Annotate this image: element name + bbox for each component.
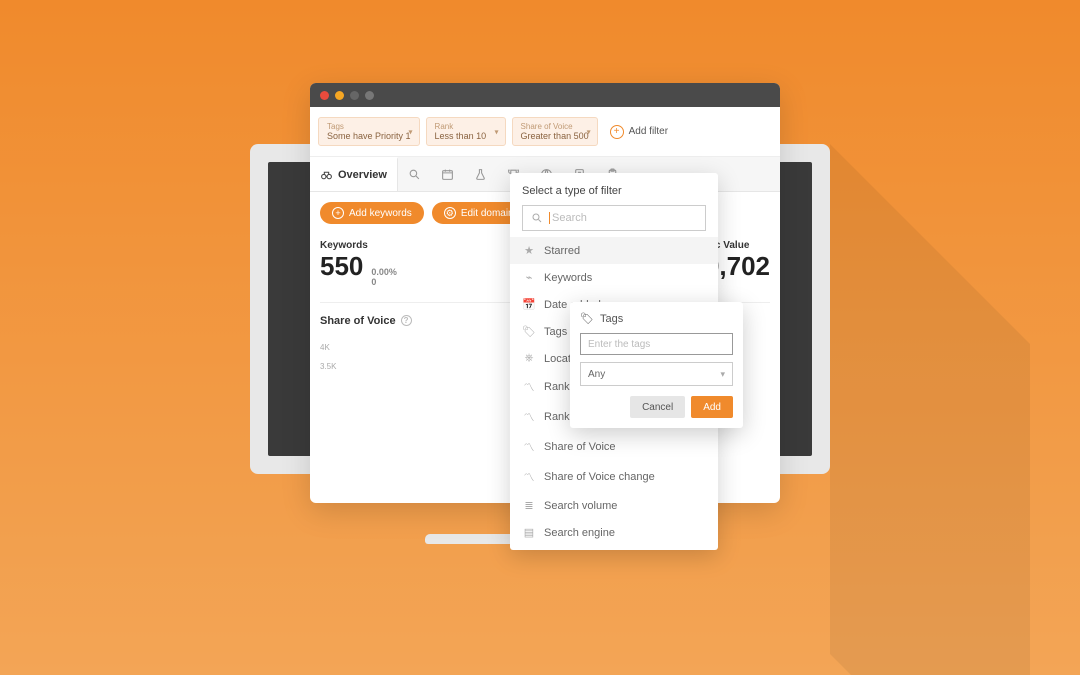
engine-icon: ▤	[522, 526, 536, 539]
filter-item-sov[interactable]: 〽 Share of Voice	[510, 432, 718, 462]
maximize-icon[interactable]	[350, 91, 359, 100]
tab-search[interactable]	[398, 157, 431, 191]
filter-label: Rank	[435, 122, 497, 131]
item-label: Starred	[544, 245, 580, 257]
button-label: Edit domain	[461, 208, 514, 219]
add-filter-button[interactable]: + Add filter	[610, 125, 668, 139]
tab-calendar[interactable]	[431, 157, 464, 191]
chart-icon: 〽	[522, 409, 536, 425]
filter-bar: Tags Some have Priority 1 ▾ Rank Less th…	[310, 107, 780, 157]
chart-icon: 〽	[522, 469, 536, 485]
tab-overview[interactable]: Overview	[310, 157, 398, 191]
item-label: Search volume	[544, 500, 617, 512]
tab-label: Overview	[338, 169, 387, 181]
tags-match-select[interactable]: Any ▾	[580, 362, 733, 386]
filter-value: Less than 10	[435, 131, 497, 141]
search-icon	[408, 168, 421, 181]
add-button[interactable]: Add	[691, 396, 733, 418]
close-icon[interactable]	[320, 91, 329, 100]
add-keywords-button[interactable]: + Add keywords	[320, 202, 424, 224]
add-filter-label: Add filter	[629, 126, 668, 137]
tags-filter-popover: 🏷 Tags Any ▾ Cancel Add	[570, 302, 743, 428]
item-label: Share of Voice	[544, 441, 616, 453]
titlebar	[310, 83, 780, 107]
item-label: Search engine	[544, 527, 615, 539]
tags-input[interactable]	[580, 333, 733, 355]
filter-value: Greater than 500	[521, 131, 589, 141]
plus-circle-icon: +	[610, 125, 624, 139]
filter-search-field[interactable]	[522, 205, 706, 231]
filter-item-sov-change[interactable]: 〽 Share of Voice change	[510, 462, 718, 492]
info-icon[interactable]: ?	[401, 315, 412, 326]
stat-value: 550	[320, 251, 363, 282]
item-label: Share of Voice change	[544, 471, 655, 483]
cancel-button[interactable]: Cancel	[630, 396, 685, 418]
chevron-down-icon: ▾	[495, 127, 499, 136]
filter-pill-tags[interactable]: Tags Some have Priority 1 ▾	[318, 117, 420, 146]
stat-delta: 0	[371, 278, 397, 288]
search-icon	[531, 212, 543, 224]
sov-title: Share of Voice	[320, 315, 396, 327]
filter-pill-rank[interactable]: Rank Less than 10 ▾	[426, 117, 506, 146]
gear-icon: ⚙	[444, 207, 456, 219]
item-label: Keywords	[544, 272, 592, 284]
item-label: Rank	[544, 381, 570, 393]
tag-icon: 🏷	[580, 312, 594, 325]
plus-icon: +	[332, 207, 344, 219]
star-icon: ★	[522, 244, 536, 257]
item-label: Tags	[544, 326, 567, 338]
tab-flask[interactable]	[464, 157, 497, 191]
filter-search-input[interactable]	[549, 212, 697, 224]
filter-label: Tags	[327, 122, 411, 131]
filter-item-keywords[interactable]: ⌁ Keywords	[510, 264, 718, 291]
button-label: Add keywords	[349, 208, 412, 219]
bars-icon: ≣	[522, 499, 536, 512]
chevron-down-icon: ▾	[720, 369, 725, 380]
tag-icon: 🏷	[522, 325, 536, 338]
location-icon: ⎈	[522, 352, 536, 365]
filter-item-search-volume[interactable]: ≣ Search volume	[510, 492, 718, 519]
chevron-down-icon: ▾	[587, 127, 591, 136]
filter-item-search-engine[interactable]: ▤ Search engine	[510, 519, 718, 546]
dropdown-header: Select a type of filter	[510, 173, 718, 205]
chevron-down-icon: ▾	[409, 127, 413, 136]
stat-keywords: Keywords 550 0.00% 0	[320, 240, 397, 288]
filter-item-starred[interactable]: ★ Starred	[510, 237, 718, 264]
binoculars-icon	[320, 169, 333, 182]
minimize-icon[interactable]	[335, 91, 344, 100]
stat-label: Keywords	[320, 240, 397, 251]
chart-icon: 〽	[522, 439, 536, 455]
flask-icon	[474, 168, 487, 181]
calendar-icon: 📅	[522, 298, 536, 311]
select-value: Any	[588, 369, 605, 380]
popover-title: Tags	[600, 313, 623, 325]
filter-label: Share of Voice	[521, 122, 589, 131]
filter-pill-sov[interactable]: Share of Voice Greater than 500 ▾	[512, 117, 598, 146]
key-icon: ⌁	[522, 271, 536, 284]
chart-icon: 〽	[522, 379, 536, 395]
window-dot-icon	[365, 91, 374, 100]
filter-value: Some have Priority 1	[327, 131, 411, 141]
calendar-icon	[441, 168, 454, 181]
